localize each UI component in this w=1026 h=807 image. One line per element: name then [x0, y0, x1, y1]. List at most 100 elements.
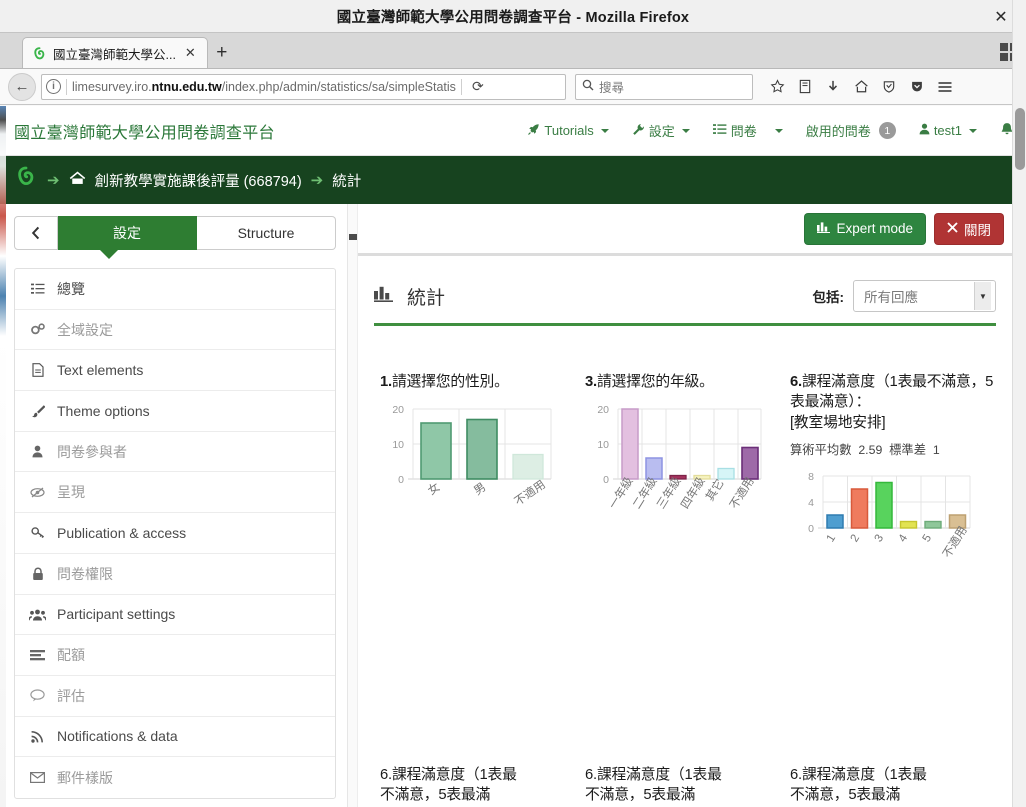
- tab-strip: 國立臺灣師範大學公... ✕ +: [0, 33, 1026, 69]
- limesurvey-logo[interactable]: [14, 165, 38, 195]
- nav-item-tutorials[interactable]: Tutorials: [527, 123, 609, 139]
- breadcrumb-arrow-icon: ➔: [47, 172, 60, 189]
- chart-summary-stats: 算術平均數 2.59 標準差 1: [790, 440, 995, 458]
- navbar-items: Tutorials 設定 問卷 啟用的問卷 1 test1: [527, 121, 1014, 140]
- download-icon[interactable]: [820, 74, 846, 100]
- pocket-icon[interactable]: [904, 74, 930, 100]
- url-divider: [460, 78, 462, 95]
- expert-mode-button[interactable]: Expert mode: [804, 212, 926, 245]
- sidebar-item-survey-permissions[interactable]: 問卷權限: [15, 554, 335, 595]
- statistics-content: 統計 包括: 所有回應 ▼ 1.請選擇您的性別。 20 10 0 女 男 不適用…: [348, 256, 1026, 803]
- nav-label: 啟用的問卷: [805, 124, 871, 139]
- chevron-down-icon: [774, 128, 783, 133]
- chart-title-line1: 6.課程滿意度（1表最: [585, 767, 722, 783]
- sd-value: 1: [932, 443, 940, 458]
- body-columns: 設定 Structure 總覽 全域設定 Text elements Theme…: [0, 204, 1026, 807]
- home-icon[interactable]: [848, 74, 874, 100]
- include-selected-value: 所有回應: [864, 290, 918, 305]
- search-placeholder: 搜尋: [599, 81, 625, 95]
- include-select[interactable]: 所有回應 ▼: [853, 280, 996, 312]
- chart-question-number: 1.: [380, 374, 392, 390]
- panel-scrollbar-thumb[interactable]: [349, 234, 357, 240]
- chart-cell-partial-3: 6.課程滿意度（1表最 不滿意，5表最滿: [790, 765, 995, 807]
- sidebar-collapse-button[interactable]: [14, 216, 58, 250]
- sidebar-item-label: 評估: [57, 687, 85, 704]
- nav-item-settings[interactable]: 設定: [632, 121, 690, 140]
- sidebar-item-label: Publication & access: [57, 524, 187, 541]
- tab-close-icon[interactable]: ✕: [182, 45, 199, 61]
- tab-settings[interactable]: 設定: [58, 216, 197, 250]
- bar-chart-icon: [374, 285, 393, 307]
- library-icon[interactable]: [792, 74, 818, 100]
- user-icon: [29, 445, 46, 458]
- file-icon: [29, 363, 46, 378]
- sidebar-item-notifications-data[interactable]: Notifications & data: [15, 717, 335, 758]
- browser-scrollbar-thumb[interactable]: [1015, 108, 1025, 170]
- nav-label: 問卷: [730, 124, 757, 139]
- nav-item-user[interactable]: test1: [919, 123, 977, 138]
- sidebar-item-label: 全域設定: [57, 321, 113, 338]
- sidebar-menu: 總覽 全域設定 Text elements Theme options 問卷參與…: [14, 268, 336, 799]
- key-icon: [29, 526, 46, 539]
- chart-title: 6.課程滿意度（1表最不滿意，5表最滿意）： [教室場地安排]: [790, 372, 995, 433]
- sidebar-item-text-elements[interactable]: Text elements: [15, 350, 335, 392]
- chevron-down-icon: [969, 128, 977, 133]
- chart-cell-partial-2: 6.課程滿意度（1表最 不滿意，5表最滿: [585, 765, 790, 807]
- active-surveys-badge: 1: [878, 122, 896, 139]
- shield-icon[interactable]: [876, 74, 902, 100]
- chart-question-text: 請選擇您的性別。: [391, 374, 509, 390]
- nav-item-active-surveys[interactable]: 啟用的問卷 1: [806, 121, 896, 140]
- browser-scrollbar[interactable]: [1012, 0, 1026, 807]
- sidebar-item-assessments[interactable]: 評估: [15, 676, 335, 717]
- sidebar-item-presentation[interactable]: 呈現: [15, 472, 335, 514]
- chevron-down-icon[interactable]: ▼: [974, 282, 991, 310]
- chart-cell-grade: 3.請選擇您的年級。 20 10 0 一年級 二年級 三年級 四年級 其它 不適…: [585, 372, 790, 596]
- background-window-sliver: [0, 106, 6, 807]
- browser-toolbar-icons: [764, 74, 958, 100]
- sidebar-item-email-templates[interactable]: 郵件樣版: [15, 757, 335, 798]
- star-icon[interactable]: [764, 74, 790, 100]
- url-bar[interactable]: i limesurvey.iro.ntnu.edu.tw/index.php/a…: [41, 73, 566, 100]
- reload-icon[interactable]: ⟳: [467, 78, 489, 95]
- site-brand[interactable]: 國立臺灣師範大學公用問卷調查平台: [14, 119, 275, 143]
- home-icon[interactable]: [69, 170, 86, 190]
- limesurvey-favicon: [32, 46, 47, 61]
- page-title: 統計: [407, 287, 446, 309]
- times-icon: [947, 221, 958, 236]
- sidebar-item-participant-settings[interactable]: Participant settings: [15, 595, 335, 636]
- statistics-panel: Expert mode 關閉 統計 包括: 所有回應 ▼ 1.請選擇您的性別。 …: [348, 204, 1026, 807]
- nav-item-surveys[interactable]: 問卷: [712, 121, 783, 140]
- sidebar-item-overview[interactable]: 總覽: [15, 269, 335, 310]
- svg-text:0: 0: [603, 474, 609, 486]
- charts-grid: 1.請選擇您的性別。 20 10 0 女 男 不適用 3.請選擇您的年級。 20…: [374, 372, 996, 596]
- sidebar-item-theme-options[interactable]: Theme options: [15, 391, 335, 432]
- page-content: 國立臺灣師範大學公用問卷調查平台 Tutorials 設定 問卷 啟用的問卷 1…: [0, 106, 1026, 807]
- menu-icon[interactable]: [932, 74, 958, 100]
- page-info-icon[interactable]: i: [46, 79, 61, 94]
- sidebar-item-survey-participants[interactable]: 問卷參與者: [15, 432, 335, 473]
- expert-mode-label: Expert mode: [836, 221, 913, 236]
- sidebar-item-publication-access[interactable]: Publication & access: [15, 513, 335, 554]
- chart-cell-gender: 1.請選擇您的性別。 20 10 0 女 男 不適用: [380, 372, 585, 596]
- panel-scrollbar[interactable]: [348, 204, 358, 807]
- url-domain: ntnu.edu.tw: [151, 79, 222, 94]
- chart-plot-satisfaction: 8 4 0 1 2 3 4 5 不適用: [790, 466, 995, 596]
- rocket-icon: [527, 123, 540, 139]
- sidebar-item-quotas[interactable]: 配額: [15, 635, 335, 676]
- search-bar[interactable]: 搜尋: [575, 73, 753, 100]
- chart-question-number: 3.: [585, 374, 597, 390]
- back-button[interactable]: ←: [8, 72, 36, 101]
- sidebar-item-label: Participant settings: [57, 606, 176, 623]
- limesurvey-navbar: 國立臺灣師範大學公用問卷調查平台 Tutorials 設定 問卷 啟用的問卷 1…: [0, 106, 1026, 156]
- new-tab-button[interactable]: +: [208, 37, 236, 68]
- browser-tab[interactable]: 國立臺灣師範大學公... ✕: [22, 37, 208, 68]
- url-divider: [66, 78, 67, 95]
- tab-structure[interactable]: Structure: [197, 216, 336, 250]
- sidebar-item-label: 配額: [57, 647, 85, 664]
- close-button[interactable]: 關閉: [934, 212, 1004, 245]
- breadcrumb-survey[interactable]: 創新教學實施課後評量 (668794): [95, 170, 302, 191]
- svg-text:1: 1: [825, 533, 839, 545]
- close-label: 關閉: [964, 222, 991, 238]
- svg-text:4: 4: [808, 497, 814, 509]
- sidebar-item-global-settings[interactable]: 全域設定: [15, 310, 335, 351]
